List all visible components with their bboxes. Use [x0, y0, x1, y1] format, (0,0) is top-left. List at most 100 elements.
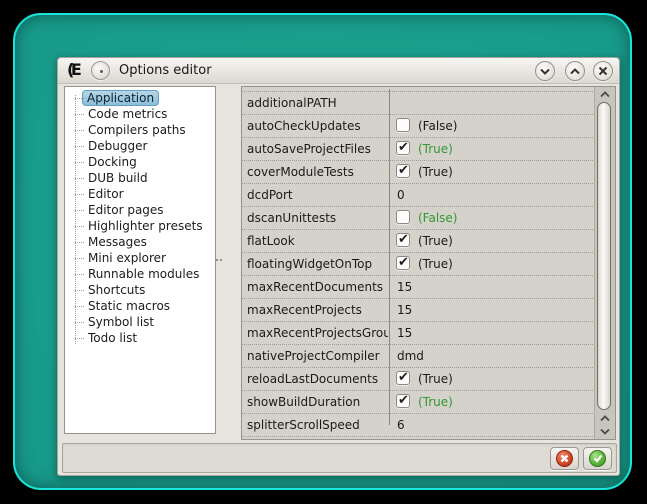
tree-item-label: Docking: [87, 155, 138, 169]
checkbox-checked-icon[interactable]: [396, 233, 410, 247]
tree-item-shortcuts[interactable]: Shortcuts: [65, 282, 215, 298]
tree-item-editor-pages[interactable]: Editor pages: [65, 202, 215, 218]
property-row-floatingWidgetOnTop[interactable]: floatingWidgetOnTop (True): [242, 253, 593, 276]
property-row-maxRecentDocuments[interactable]: maxRecentDocuments15: [242, 276, 593, 299]
tree-item-application[interactable]: Application: [65, 90, 215, 106]
property-value[interactable]: 6: [397, 414, 405, 436]
property-row-showBuildDuration[interactable]: showBuildDuration (True): [242, 391, 593, 414]
checkbox-unchecked-icon[interactable]: [396, 118, 410, 132]
tree-item-symbol-list[interactable]: Symbol list: [65, 314, 215, 330]
property-name: coverModuleTests: [247, 161, 354, 183]
property-value[interactable]: 0: [397, 184, 405, 206]
tree-item-label: Symbol list: [87, 315, 155, 329]
tree-item-static-macros[interactable]: Static macros: [65, 298, 215, 314]
property-value: (False): [418, 115, 458, 137]
property-name: showBuildDuration: [247, 391, 360, 413]
property-value[interactable]: dmd: [397, 345, 424, 367]
property-name: floatingWidgetOnTop: [247, 253, 372, 275]
window-title: Options editor: [119, 63, 212, 78]
property-value: (True): [418, 391, 453, 413]
tree-item-label: Compilers paths: [87, 123, 187, 137]
ok-check-icon: [589, 450, 606, 467]
property-rows: additionalPATHautoCheckUpdates(False)aut…: [242, 91, 593, 437]
titlebar-menu-button[interactable]: [91, 61, 110, 80]
checkbox-unchecked-icon[interactable]: [396, 210, 410, 224]
window-frame: (E Options editor: [13, 13, 632, 490]
tree-item-debugger[interactable]: Debugger: [65, 138, 215, 154]
tree-item-editor[interactable]: Editor: [65, 186, 215, 202]
property-row-coverModuleTests[interactable]: coverModuleTests (True): [242, 161, 593, 184]
checkbox-checked-icon[interactable]: [396, 141, 410, 155]
scrollbar-up-button-2[interactable]: [595, 412, 615, 425]
chevron-down-icon: [600, 428, 610, 435]
tree-item-docking[interactable]: Docking: [65, 154, 215, 170]
tree-item-label: Messages: [87, 235, 148, 249]
property-row-autoCheckUpdates[interactable]: autoCheckUpdates(False): [242, 115, 593, 138]
footer-bar: [62, 443, 617, 473]
tree-item-messages[interactable]: Messages: [65, 234, 215, 250]
property-row-dscanUnittests[interactable]: dscanUnittests(False): [242, 207, 593, 230]
property-row-autoSaveProjectFiles[interactable]: autoSaveProjectFiles(True): [242, 138, 593, 161]
tree-item-compilers-paths[interactable]: Compilers paths: [65, 122, 215, 138]
options-category-tree[interactable]: ApplicationCode metricsCompilers pathsDe…: [64, 86, 216, 434]
checkbox-checked-icon[interactable]: [396, 394, 410, 408]
property-row-reloadLastDocuments[interactable]: reloadLastDocuments(True): [242, 368, 593, 391]
chevron-up-icon: [600, 415, 610, 422]
tree-item-label: Todo list: [87, 331, 138, 345]
property-row-flatLook[interactable]: flatLook(True): [242, 230, 593, 253]
scrollbar-up-button[interactable]: [595, 88, 615, 101]
checkbox-checked-icon[interactable]: [396, 164, 410, 178]
tree-item-dub-build[interactable]: DUB build: [65, 170, 215, 186]
chevron-up-icon: [570, 68, 580, 75]
tree-item-highlighter-presets[interactable]: Highlighter presets: [65, 218, 215, 234]
cancel-button[interactable]: [550, 447, 579, 470]
tree-item-label: Runnable modules: [87, 267, 200, 281]
property-row-maxRecentProjectsGrou[interactable]: maxRecentProjectsGrou15: [242, 322, 593, 345]
ok-button[interactable]: [583, 447, 612, 470]
property-row-splitterScrollSpeed[interactable]: splitterScrollSpeed 6: [242, 414, 593, 437]
tree-item-mini-explorer[interactable]: Mini explorer: [65, 250, 215, 266]
coedit-logo-icon: (E: [67, 60, 78, 79]
chevron-down-icon: [540, 68, 550, 75]
property-value: (False): [418, 207, 458, 229]
vertical-scrollbar[interactable]: [594, 87, 615, 439]
titlebar[interactable]: (E Options editor: [58, 58, 619, 84]
tree-item-label: Mini explorer: [87, 251, 167, 265]
property-grid[interactable]: additionalPATHautoCheckUpdates(False)aut…: [241, 86, 616, 440]
property-value: (True): [418, 368, 453, 390]
property-row-dcdPort[interactable]: dcdPort 0: [242, 184, 593, 207]
close-icon: [598, 66, 608, 76]
property-value[interactable]: 15: [397, 299, 412, 321]
splitter-grip[interactable]: [216, 259, 218, 261]
property-row-maxRecentProjects[interactable]: maxRecentProjects 15: [242, 299, 593, 322]
close-button[interactable]: [593, 61, 613, 81]
property-value[interactable]: 15: [397, 322, 412, 344]
scrollbar-thumb[interactable]: [597, 102, 611, 410]
minimize-button[interactable]: [535, 61, 555, 81]
tree-item-code-metrics[interactable]: Code metrics: [65, 106, 215, 122]
tree-item-label: DUB build: [87, 171, 149, 185]
property-name: maxRecentProjects: [247, 299, 362, 321]
options-editor-window: (E Options editor: [57, 57, 620, 476]
property-value: (True): [418, 253, 453, 275]
scrollbar-down-button[interactable]: [595, 425, 615, 438]
property-name: flatLook: [247, 230, 295, 252]
tree-item-label: Editor: [87, 187, 125, 201]
property-name: splitterScrollSpeed: [247, 414, 360, 436]
property-name: additionalPATH: [247, 92, 337, 114]
property-row-nativeProjectCompiler[interactable]: nativeProjectCompiler dmd: [242, 345, 593, 368]
tree-item-runnable-modules[interactable]: Runnable modules: [65, 266, 215, 282]
options-tree-items: ApplicationCode metricsCompilers pathsDe…: [65, 87, 215, 346]
property-value[interactable]: 15: [397, 276, 412, 298]
checkbox-checked-icon[interactable]: [396, 256, 410, 270]
property-name: dcdPort: [247, 184, 293, 206]
checkbox-checked-icon[interactable]: [396, 371, 410, 385]
property-name: nativeProjectCompiler: [247, 345, 380, 367]
property-row-additionalPATH[interactable]: additionalPATH: [242, 92, 593, 115]
chevron-up-icon: [600, 91, 610, 98]
property-value: (True): [418, 161, 453, 183]
cancel-cross-icon: [556, 450, 573, 467]
tree-item-todo-list[interactable]: Todo list: [65, 330, 215, 346]
desktop-background: { "titlebar": { "title": "Options editor…: [0, 0, 647, 504]
restore-button[interactable]: [565, 61, 585, 81]
